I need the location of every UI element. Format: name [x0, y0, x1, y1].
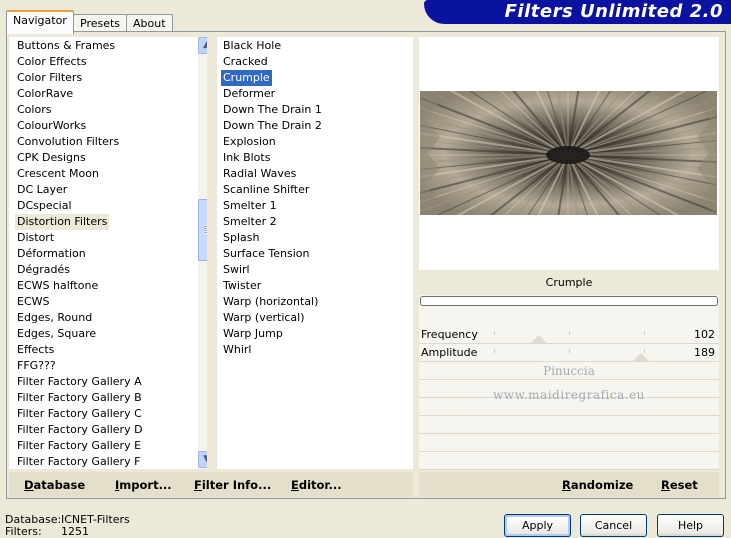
category-item[interactable]: Filter Factory Gallery B	[15, 390, 144, 406]
category-item[interactable]: Filter Factory Gallery F	[15, 454, 142, 469]
slider-tick	[494, 331, 495, 335]
category-item[interactable]: Convolution Filters	[15, 134, 121, 150]
filter-item[interactable]: Ink Blots	[221, 150, 272, 166]
tab-navigator[interactable]: Navigator	[6, 10, 74, 34]
filter-item[interactable]: Splash	[221, 230, 261, 246]
title-banner: Filters Unlimited 2.0	[424, 0, 731, 24]
help-button[interactable]: Help	[657, 514, 724, 537]
category-item[interactable]: Distort	[15, 230, 56, 246]
watermark-name: Pinuccia	[543, 364, 595, 378]
filter-item[interactable]: Down The Drain 2	[221, 118, 324, 134]
param-value: 189	[694, 346, 715, 359]
filter-item[interactable]: Black Hole	[221, 38, 283, 54]
filter-item[interactable]: Twister	[221, 278, 263, 294]
category-item[interactable]: Edges, Square	[15, 326, 98, 342]
param-frequency[interactable]: Frequency 102	[419, 326, 719, 344]
filter-item[interactable]: Explosion	[221, 134, 278, 150]
param-amplitude[interactable]: Amplitude 189	[419, 344, 719, 362]
category-item[interactable]: Filter Factory Gallery D	[15, 422, 145, 438]
filter-item[interactable]: Surface Tension	[221, 246, 311, 262]
preview-area	[419, 37, 719, 270]
database-info: Database:ICNET-Filters Filters: 1251	[5, 514, 130, 538]
toolbar-right: Randomize Reset	[419, 472, 719, 497]
param-row-empty	[419, 453, 719, 470]
progress-bar	[420, 296, 718, 306]
apply-button[interactable]: Apply	[504, 514, 571, 537]
param-value: 102	[694, 328, 715, 341]
category-item[interactable]: Edges, Round	[15, 310, 94, 326]
frequency-slider-thumb[interactable]	[531, 335, 547, 343]
filter-item[interactable]: Crumple	[221, 70, 272, 86]
filter-info-button[interactable]: Filter Info...	[194, 478, 271, 492]
filters-count-value: 1251	[61, 525, 89, 538]
category-item[interactable]: Buttons & Frames	[15, 38, 117, 54]
chevron-down-icon[interactable]: ▼	[198, 451, 207, 468]
category-scrollbar[interactable]: ▲ ▼	[198, 37, 207, 469]
category-item[interactable]: Crescent Moon	[15, 166, 101, 182]
category-item[interactable]: ColourWorks	[15, 118, 88, 134]
filter-item[interactable]: Smelter 1	[221, 198, 279, 214]
filter-item[interactable]: Warp (horizontal)	[221, 294, 320, 310]
param-row-empty	[419, 417, 719, 434]
toolbar-left: Database Import... Filter Info... Editor…	[9, 472, 413, 497]
filter-item[interactable]: Radial Waves	[221, 166, 298, 182]
grip-icon	[204, 225, 207, 234]
category-item[interactable]: Effects	[15, 342, 56, 358]
cancel-button[interactable]: Cancel	[580, 514, 647, 537]
category-item[interactable]: Colors	[15, 102, 53, 118]
editor-button[interactable]: Editor...	[291, 478, 342, 492]
category-list[interactable]: ▲ ▼ Buttons & Frames Color Effects Color F…	[9, 37, 207, 469]
slider-tick	[569, 349, 570, 353]
filter-item[interactable]: Cracked	[221, 54, 270, 70]
category-item[interactable]: Color Filters	[15, 70, 84, 86]
filter-name-label: Crumple	[419, 270, 719, 295]
category-item[interactable]: Filter Factory Gallery C	[15, 406, 144, 422]
filter-item[interactable]: Scanline Shifter	[221, 182, 311, 198]
filter-list[interactable]: Black Hole Cracked Crumple Deformer Down The…	[217, 37, 413, 469]
reset-button[interactable]: Reset	[661, 478, 698, 492]
slider-tick	[494, 349, 495, 353]
filter-item[interactable]: Warp Jump	[221, 326, 285, 342]
preview-image	[420, 91, 717, 215]
amplitude-slider-thumb[interactable]	[633, 353, 649, 361]
filter-item[interactable]: Deformer	[221, 86, 277, 102]
category-item[interactable]: DC Layer	[15, 182, 69, 198]
category-item[interactable]: Filter Factory Gallery A	[15, 374, 144, 390]
app-title: Filters Unlimited 2.0	[504, 1, 723, 22]
filters-count-label: Filters:	[5, 525, 42, 538]
watermark-url: www.maidiregrafica.eu	[493, 388, 645, 402]
filter-item[interactable]: Warp (vertical)	[221, 310, 307, 326]
scroll-thumb[interactable]	[198, 199, 207, 261]
param-label: Amplitude	[421, 346, 478, 359]
category-item[interactable]: Distortion Filters	[15, 214, 110, 230]
filter-item[interactable]: Swirl	[221, 262, 252, 278]
category-item[interactable]: DCspecial	[15, 198, 74, 214]
import-button[interactable]: Import...	[115, 478, 172, 492]
filter-item[interactable]: Whirl	[221, 342, 253, 358]
category-item[interactable]: ColorRave	[15, 86, 75, 102]
chevron-up-icon[interactable]: ▲	[198, 37, 207, 54]
filter-item[interactable]: Down The Drain 1	[221, 102, 324, 118]
parameter-panel: Crumple Frequency 102 Amplitude 189 Pinu…	[419, 270, 719, 470]
param-label: Frequency	[421, 328, 478, 341]
category-item[interactable]: Dégradés	[15, 262, 72, 278]
category-item[interactable]: ECWS halftone	[15, 278, 100, 294]
category-item[interactable]: Filter Factory Gallery E	[15, 438, 143, 454]
category-item[interactable]: ECWS	[15, 294, 52, 310]
param-row-empty	[419, 435, 719, 452]
filter-item[interactable]: Smelter 2	[221, 214, 279, 230]
category-item[interactable]: CPK Designs	[15, 150, 88, 166]
database-button[interactable]: Database	[24, 478, 85, 492]
category-item[interactable]: Déformation	[15, 246, 88, 262]
slider-tick	[644, 331, 645, 335]
randomize-button[interactable]: Randomize	[562, 478, 633, 492]
category-item[interactable]: FFG???	[15, 358, 58, 374]
slider-tick	[569, 331, 570, 335]
category-item[interactable]: Color Effects	[15, 54, 89, 70]
